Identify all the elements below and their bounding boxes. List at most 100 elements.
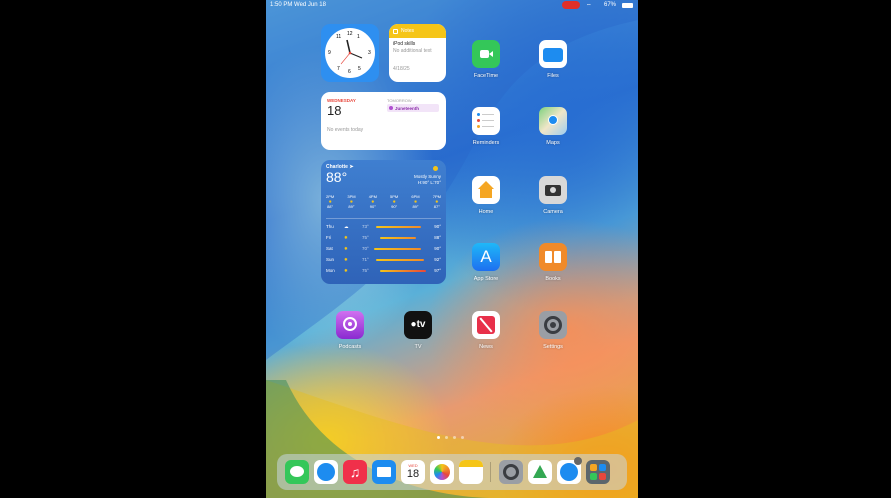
battery-icon	[622, 3, 633, 8]
app-label: Files	[547, 73, 559, 79]
clock-num: 9	[328, 50, 331, 56]
hourly-forecast: 2PM ✹ 88° 3PM ✹ 89° 4PM ✹ 90° 5PM ✹ 90° 6PM ✹ 89° …	[326, 194, 441, 209]
app-app-store[interactable]: A App Store	[464, 243, 508, 282]
app-label: Books	[545, 276, 561, 282]
app-camera[interactable]: Camera	[531, 176, 575, 215]
app-label: App Store	[473, 276, 499, 282]
dock-divider	[490, 462, 491, 482]
gear-icon[interactable]	[499, 460, 523, 484]
photos-icon[interactable]	[430, 460, 454, 484]
app-label: Podcasts	[338, 344, 362, 350]
calendar-day-number: 18	[327, 103, 342, 118]
weather-temp: 88°	[326, 169, 348, 185]
battery-percent: 67%	[604, 2, 617, 8]
clock-num: 7	[337, 66, 340, 72]
app-tv[interactable]: ●tv TV	[396, 311, 440, 350]
weather-divider	[326, 218, 441, 219]
news-icon	[472, 311, 500, 339]
notes-header: Notes	[389, 24, 446, 38]
hour-item: 2PM ✹ 88°	[326, 194, 335, 209]
reminders-icon	[472, 107, 500, 135]
weather-hi-lo: H:90° L:70°	[417, 180, 441, 185]
event-dot-icon	[389, 106, 393, 110]
page-dot	[461, 436, 464, 439]
calendar-tomorrow-label: TOMORROW	[387, 98, 412, 103]
clock-face: 12 3 6 9 1 11 5 7	[325, 28, 375, 78]
app-files[interactable]: Files	[531, 40, 575, 79]
music-icon[interactable]: ♫	[343, 460, 367, 484]
app-label: Home	[478, 209, 494, 215]
location-arrow-icon: ➤	[349, 164, 354, 170]
hour-item: 7PM ✹ 87°	[432, 194, 441, 209]
sun-icon: ✹	[344, 257, 348, 262]
notes-widget[interactable]: Notes iPod skills No additional text 4/1…	[389, 24, 446, 82]
folder-icon	[539, 40, 567, 68]
hour-item: 4PM ✹ 90°	[368, 194, 377, 209]
calendar-widget[interactable]: WEDNESDAY 18 No events today TOMORROW Ju…	[321, 92, 446, 150]
dock: ♫ WED 18	[277, 454, 627, 490]
hour-item: 6PM ✹ 89°	[411, 194, 420, 209]
app-settings[interactable]: Settings	[531, 311, 575, 350]
books-icon	[539, 243, 567, 271]
wifi-icon: ⌔	[586, 4, 592, 10]
dock-calendar-number: 18	[406, 468, 420, 480]
page-dot	[445, 436, 448, 439]
rain-icon: ☁	[344, 224, 349, 229]
recording-indicator	[562, 1, 580, 9]
calendar-event-name: Juneteenth	[395, 105, 420, 111]
app-home[interactable]: Home	[464, 176, 508, 215]
weather-condition: Mostly Sunny	[413, 174, 441, 179]
app-library-icon[interactable]	[586, 460, 610, 484]
safari-icon[interactable]	[557, 457, 582, 484]
page-dot	[453, 436, 456, 439]
calendar-icon[interactable]: WED 18	[401, 460, 425, 484]
hour-item: 3PM ✹ 89°	[347, 194, 356, 209]
calendar-no-events: No events today	[327, 127, 364, 133]
temp-range-bar	[380, 237, 416, 239]
google-drive-icon[interactable]	[528, 460, 552, 484]
app-books[interactable]: Books	[531, 243, 575, 282]
sun-icon: ✹	[344, 246, 348, 251]
camera-icon	[539, 176, 567, 204]
podcasts-icon	[336, 311, 364, 339]
weather-widget[interactable]: Charlotte ➤ 88° Mostly Sunny H:90° L:70°…	[321, 160, 446, 284]
note-subtitle: No additional text	[393, 48, 432, 54]
app-facetime[interactable]: FaceTime	[464, 40, 508, 79]
clock-num: 3	[368, 50, 371, 56]
ipad-home-screen: 1:50 PM Wed Jun 18 ⌔ 67% 12 3 6 9 1 11 5…	[266, 0, 638, 498]
notes-app-label: Notes	[401, 28, 415, 34]
calendar-event: Juneteenth	[387, 104, 439, 112]
gear-icon	[539, 311, 567, 339]
sun-icon: ✹	[344, 235, 348, 240]
temp-range-bar	[376, 226, 421, 228]
clock-num: 6	[348, 69, 351, 75]
app-label: TV	[414, 344, 422, 350]
sun-icon: ✹	[344, 268, 348, 273]
app-maps[interactable]: Maps	[531, 107, 575, 146]
clock-widget[interactable]: 12 3 6 9 1 11 5 7	[321, 24, 379, 82]
safari-icon[interactable]	[314, 460, 338, 484]
app-label: News	[479, 344, 493, 350]
notes-icon[interactable]	[459, 460, 483, 484]
page-dot	[437, 436, 440, 439]
app-label: Camera	[543, 209, 563, 215]
temp-range-bar	[380, 270, 426, 272]
messages-icon[interactable]	[285, 460, 309, 484]
app-reminders[interactable]: Reminders	[464, 107, 508, 146]
apple-tv-icon: ●tv	[404, 311, 432, 339]
clock-num: 1	[357, 34, 360, 40]
clock-num: 12	[347, 31, 353, 37]
page-indicator[interactable]	[437, 436, 464, 439]
notes-icon	[393, 28, 398, 34]
temp-range-bar	[376, 259, 424, 261]
facetime-icon	[472, 40, 500, 68]
app-store-icon: A	[472, 243, 500, 271]
app-label: Maps	[546, 140, 560, 146]
app-podcasts[interactable]: Podcasts	[328, 311, 372, 350]
maps-icon	[539, 107, 567, 135]
mail-icon[interactable]	[372, 460, 396, 484]
status-time: 1:50 PM Wed Jun 18	[270, 2, 326, 8]
app-news[interactable]: News	[464, 311, 508, 350]
home-icon	[472, 176, 500, 204]
app-label: Settings	[543, 344, 563, 350]
